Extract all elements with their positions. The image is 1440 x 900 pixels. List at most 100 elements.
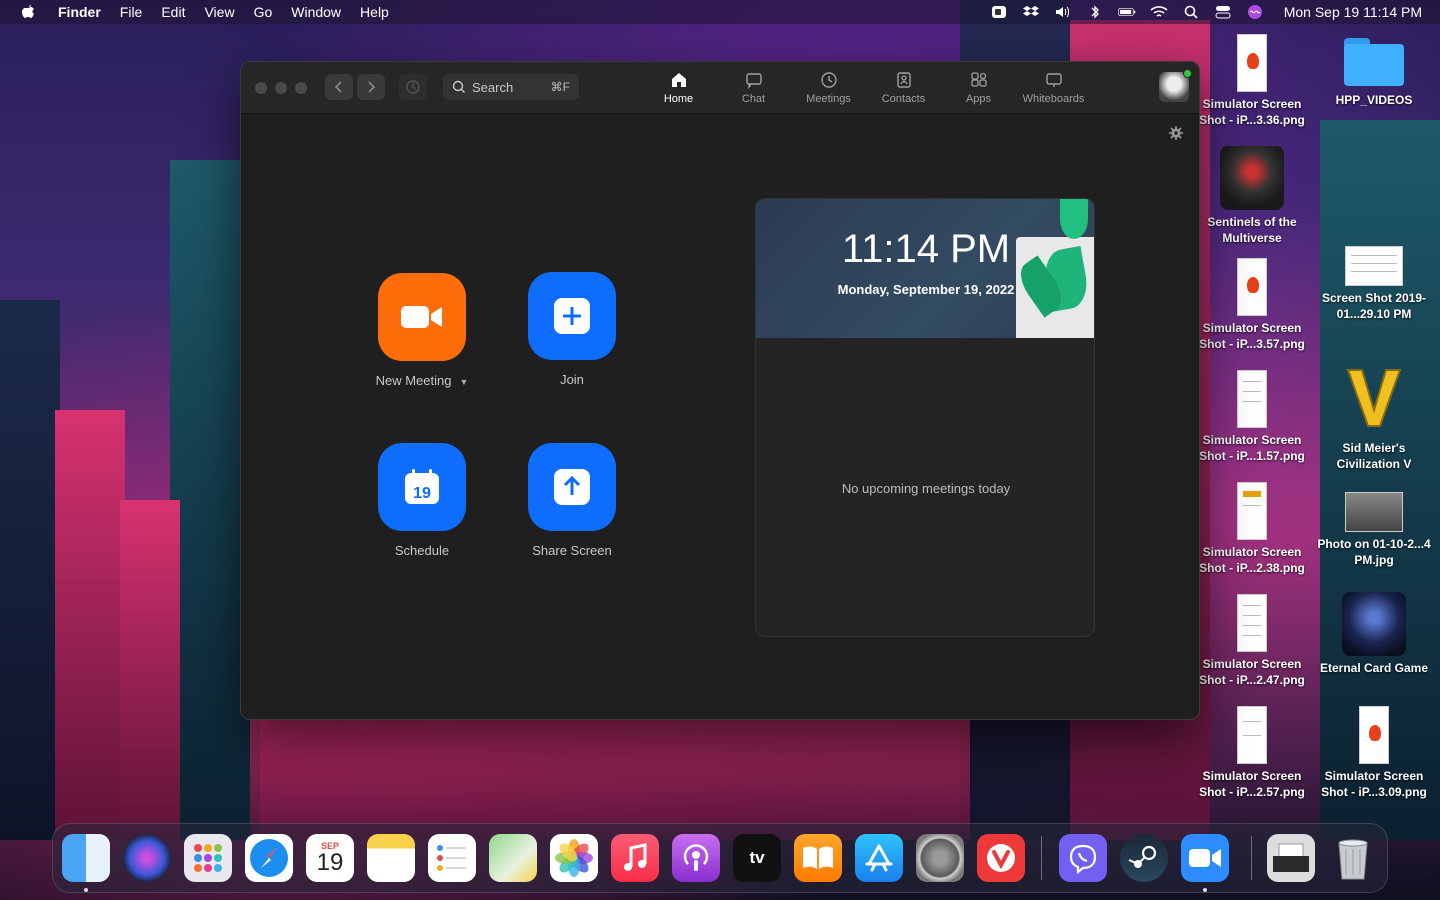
- menubar-clock[interactable]: Mon Sep 19 11:14 PM: [1284, 4, 1422, 20]
- desktop-file[interactable]: Simulator Screen Shot - iP...3.09.png: [1314, 706, 1434, 800]
- tab-home[interactable]: Home: [641, 62, 716, 114]
- desktop-app[interactable]: Eternal Card Game: [1314, 592, 1434, 676]
- share-screen-button[interactable]: [528, 443, 616, 531]
- desktop-file-label: Simulator Screen Shot - iP...3.09.png: [1321, 769, 1427, 799]
- new-meeting-button[interactable]: [378, 273, 466, 361]
- schedule-button[interactable]: 19: [378, 443, 466, 531]
- tab-label: Apps: [965, 93, 992, 105]
- zoom-window: Search ⌘F Home Chat Meetings Contacts Ap…: [240, 61, 1200, 720]
- desktop-file-label: Simulator Screen Shot - iP...2.57.png: [1199, 769, 1305, 799]
- menu-view[interactable]: View: [204, 4, 234, 20]
- menu-help[interactable]: Help: [360, 4, 389, 20]
- desktop-file[interactable]: Simulator Screen Shot - iP...3.57.png: [1192, 258, 1312, 352]
- dock-system-preferences-icon[interactable]: [916, 834, 964, 882]
- join-label: Join: [560, 372, 584, 387]
- dock-zoom-icon[interactable]: [1181, 834, 1229, 882]
- desktop-file-label: Simulator Screen Shot - iP...3.36.png: [1199, 97, 1305, 127]
- volume-icon[interactable]: [1054, 4, 1072, 20]
- menu-go[interactable]: Go: [254, 4, 273, 20]
- dock-notes-icon[interactable]: [367, 834, 415, 882]
- tab-chat[interactable]: Chat: [716, 62, 791, 114]
- tab-meetings[interactable]: Meetings: [791, 62, 866, 114]
- window-zoom-button[interactable]: [295, 82, 307, 94]
- battery-icon[interactable]: [1118, 4, 1136, 20]
- desktop-file[interactable]: Simulator Screen Shot - iP...2.47.png: [1192, 594, 1312, 688]
- zoom-status-icon[interactable]: [990, 4, 1008, 20]
- dock-document-stack-icon[interactable]: [1267, 834, 1315, 882]
- dock-finder-icon[interactable]: [62, 834, 110, 882]
- share-screen-action[interactable]: Share Screen: [497, 443, 647, 558]
- search-input[interactable]: Search ⌘F: [443, 74, 579, 100]
- current-time: 11:14 PM: [841, 227, 1011, 271]
- dock-appletv-icon[interactable]: tv: [733, 834, 781, 882]
- clock-icon: [820, 72, 837, 88]
- menu-app-name[interactable]: Finder: [58, 4, 101, 20]
- eternal-app-icon: [1342, 592, 1406, 656]
- dock-trash-icon[interactable]: [1329, 834, 1377, 882]
- desktop-file-label: Simulator Screen Shot - iP...1.57.png: [1199, 433, 1305, 463]
- desktop-file[interactable]: Simulator Screen Shot - iP...1.57.png: [1192, 370, 1312, 464]
- desktop-app[interactable]: Sentinels of the Multiverse: [1192, 146, 1312, 246]
- wifi-icon[interactable]: [1150, 4, 1168, 20]
- siri-icon[interactable]: [1246, 4, 1264, 20]
- dock-steam-icon[interactable]: [1120, 834, 1168, 882]
- dock-siri-icon[interactable]: [123, 834, 171, 882]
- dock-viber-icon[interactable]: [1059, 834, 1107, 882]
- forward-button[interactable]: [357, 74, 385, 100]
- apps-icon: [970, 72, 987, 87]
- control-center-icon[interactable]: [1214, 4, 1232, 20]
- dock-launchpad-icon[interactable]: [184, 834, 232, 882]
- calendar-day: 19: [316, 849, 344, 876]
- desktop-file[interactable]: Simulator Screen Shot - iP...2.38.png: [1192, 482, 1312, 576]
- profile-avatar[interactable]: [1159, 69, 1192, 102]
- new-meeting-action[interactable]: New Meeting ▼: [347, 273, 497, 388]
- dock-books-icon[interactable]: [794, 834, 842, 882]
- dock-appstore-icon[interactable]: [855, 834, 903, 882]
- apple-icon[interactable]: [20, 4, 36, 20]
- dock-music-icon[interactable]: [611, 834, 659, 882]
- tab-whiteboards[interactable]: Whiteboards: [1016, 62, 1091, 114]
- desktop-file[interactable]: Simulator Screen Shot - iP...3.36.png: [1192, 34, 1312, 128]
- menu-file[interactable]: File: [120, 4, 143, 20]
- current-date: Monday, September 19, 2022: [837, 282, 1015, 297]
- dropbox-icon[interactable]: [1022, 4, 1040, 20]
- menu-edit[interactable]: Edit: [161, 4, 185, 20]
- desktop-file[interactable]: Screen Shot 2019-01...29.10 PM: [1314, 246, 1434, 322]
- dock-maps-icon[interactable]: [489, 834, 537, 882]
- join-action[interactable]: Join: [497, 272, 647, 387]
- tab-apps[interactable]: Apps: [941, 62, 1016, 114]
- dock-podcasts-icon[interactable]: [672, 834, 720, 882]
- desktop-file[interactable]: Photo on 01-10-2...4 PM.jpg: [1314, 492, 1434, 568]
- background-building: [120, 500, 180, 840]
- back-button[interactable]: [325, 74, 353, 100]
- spotlight-icon[interactable]: [1182, 4, 1200, 20]
- window-close-button[interactable]: [255, 82, 267, 94]
- file-thumbnail: [1237, 370, 1267, 428]
- tab-label: Meetings: [806, 93, 851, 105]
- desktop-app[interactable]: Sid Meier's Civilization V: [1314, 366, 1434, 472]
- desktop-folder[interactable]: HPP_VIDEOS: [1314, 38, 1434, 108]
- menu-window[interactable]: Window: [291, 4, 341, 20]
- bluetooth-icon[interactable]: [1086, 4, 1104, 20]
- desktop-app-label: Sentinels of the Multiverse: [1207, 215, 1297, 245]
- dock-separator: [1251, 836, 1252, 880]
- file-thumbnail: [1237, 258, 1267, 316]
- join-button[interactable]: [528, 272, 616, 360]
- schedule-action[interactable]: 19 Schedule: [347, 443, 497, 558]
- history-button[interactable]: [399, 74, 427, 100]
- dock-photos-icon[interactable]: [550, 834, 598, 882]
- card-header: 11:14 PM Monday, September 19, 2022: [756, 199, 1094, 338]
- sentinels-app-icon: [1220, 146, 1284, 210]
- chevron-left-icon: [334, 81, 342, 93]
- desktop-file[interactable]: Simulator Screen Shot - iP...2.57.png: [1192, 706, 1312, 800]
- dock-reminders-icon[interactable]: [428, 834, 476, 882]
- window-minimize-button[interactable]: [275, 82, 287, 94]
- tab-contacts[interactable]: Contacts: [866, 62, 941, 114]
- dock-vivaldi-icon[interactable]: [977, 834, 1025, 882]
- dock-safari-icon[interactable]: [245, 834, 293, 882]
- chevron-down-icon[interactable]: ▼: [459, 377, 468, 387]
- chat-icon: [745, 73, 762, 89]
- new-meeting-label: New Meeting: [375, 373, 452, 388]
- dock-calendar-icon[interactable]: SEP 19: [306, 834, 354, 882]
- settings-gear-icon[interactable]: [1169, 126, 1183, 140]
